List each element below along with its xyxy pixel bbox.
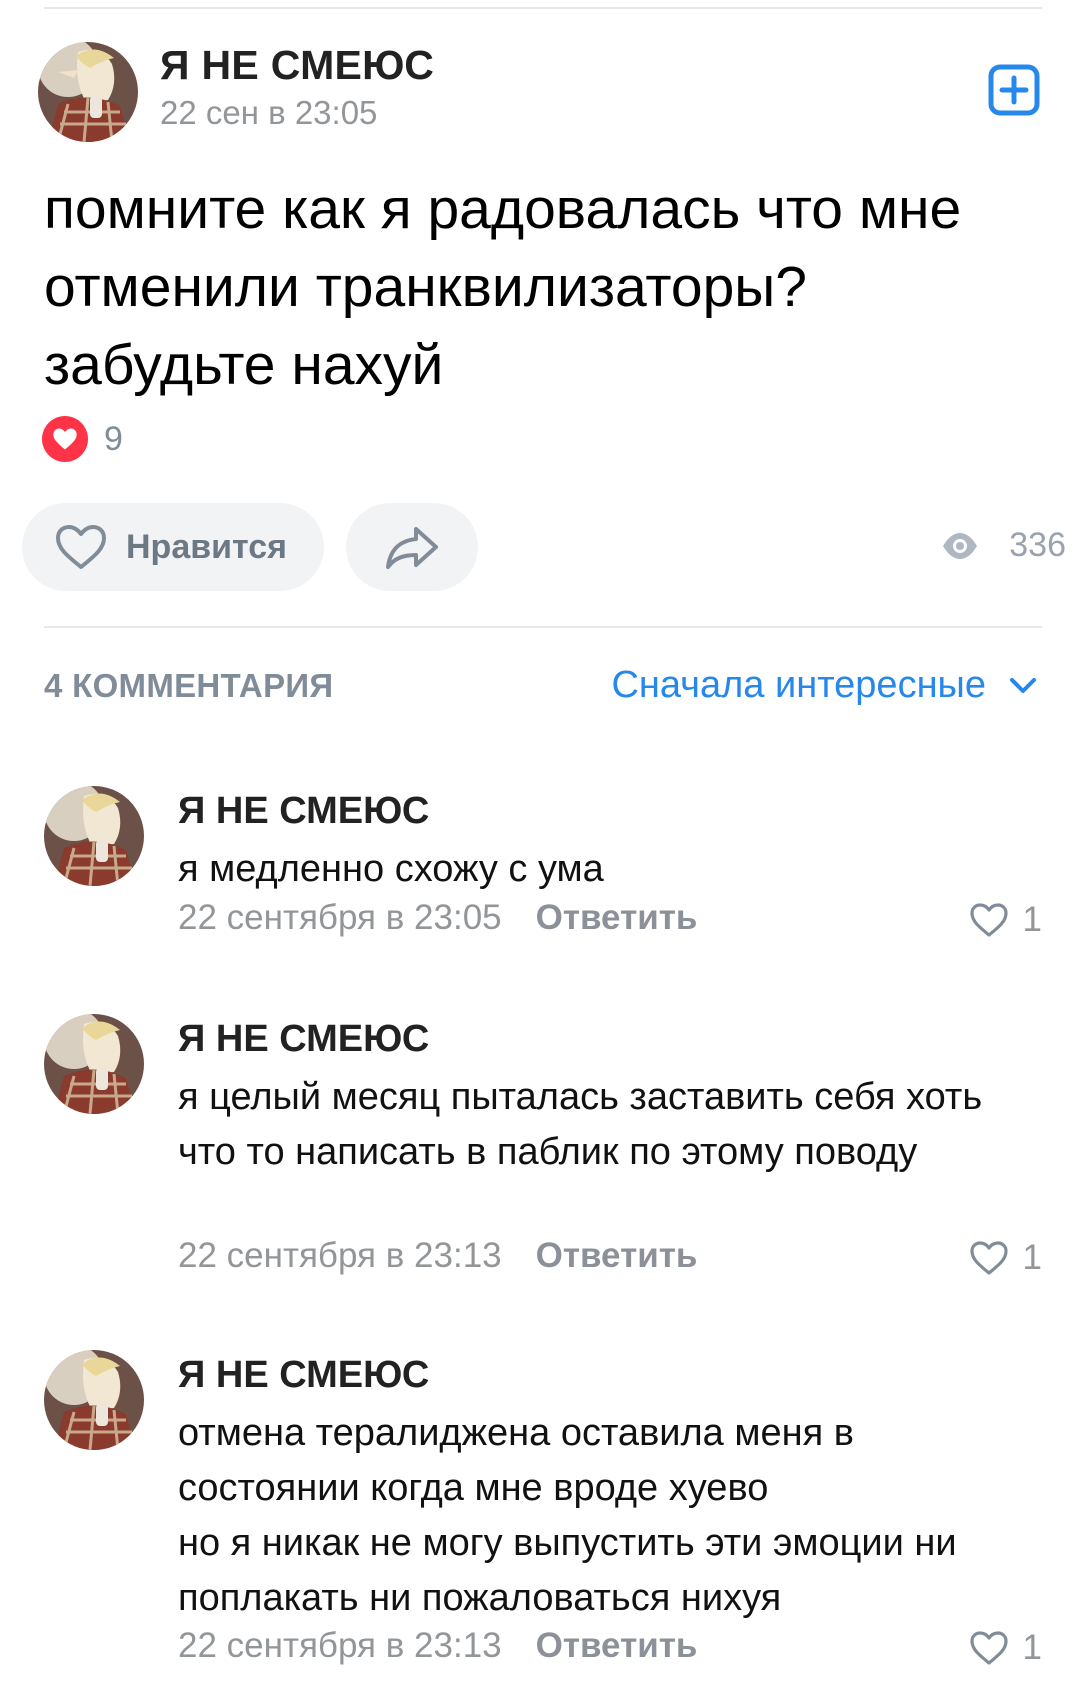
views-count: 336 [1009, 526, 1066, 564]
plus-square-icon [988, 64, 1040, 116]
top-divider [44, 7, 1042, 9]
comment-author[interactable]: Я НЕ СМЕЮС [178, 1354, 429, 1397]
comment-meta: 22 сентября в 23:13 Ответить [178, 1626, 697, 1666]
heart-outline-icon [969, 1241, 1008, 1275]
heart-reaction-icon [42, 416, 88, 462]
comment-like-button[interactable]: 1 [969, 1238, 1042, 1278]
comment-like-button[interactable]: 1 [969, 900, 1042, 940]
comment-text: отмена тералиджена оставила меня в состо… [178, 1412, 957, 1619]
add-button[interactable] [988, 64, 1040, 116]
chevron-down-icon [1010, 677, 1036, 693]
reply-button[interactable]: Ответить [536, 1626, 698, 1666]
comment-avatar[interactable] [44, 786, 144, 886]
like-button-label: Нравится [126, 527, 287, 566]
comment-date: 22 сентября в 23:05 [178, 898, 502, 937]
eye-icon [943, 532, 978, 559]
comment-text: я медленно схожу с ума [178, 848, 604, 890]
comment-like-count: 1 [1022, 1238, 1042, 1277]
post-author-avatar[interactable] [38, 42, 138, 142]
heart-outline-icon [969, 1631, 1008, 1665]
post-author-name[interactable]: Я НЕ СМЕЮС [160, 42, 434, 89]
comment-meta: 22 сентября в 23:13 Ответить [178, 1236, 697, 1276]
comment-author[interactable]: Я НЕ СМЕЮС [178, 790, 429, 833]
comments-count: 4 КОММЕНТАРИЯ [44, 667, 334, 704]
comment-date: 22 сентября в 23:13 [178, 1236, 502, 1275]
post-text: помните как я радовалась что мне отменил… [44, 177, 962, 397]
sort-label: Сначала интересные [611, 664, 986, 706]
comment-author[interactable]: Я НЕ СМЕЮС [178, 1018, 429, 1061]
share-icon [386, 527, 438, 569]
heart-outline-icon [969, 903, 1008, 937]
comment-like-button[interactable]: 1 [969, 1628, 1042, 1668]
like-button[interactable]: Нравится [22, 503, 324, 591]
comment-text: я целый месяц пыталась заставить себя хо… [178, 1076, 983, 1173]
reactions-summary[interactable]: 9 [42, 416, 123, 462]
reply-button[interactable]: Ответить [536, 1236, 698, 1276]
comment-avatar[interactable] [44, 1014, 144, 1114]
comment-avatar[interactable] [44, 1350, 144, 1450]
post-date: 22 сен в 23:05 [160, 94, 378, 131]
comment-like-count: 1 [1022, 1628, 1042, 1667]
reactions-count: 9 [104, 419, 123, 458]
comment-date: 22 сентября в 23:13 [178, 1626, 502, 1665]
views-counter: 336 [941, 526, 1066, 565]
comment-meta: 22 сентября в 23:05 Ответить [178, 898, 697, 938]
comment-like-count: 1 [1022, 900, 1042, 939]
share-button[interactable] [346, 503, 478, 591]
section-divider [44, 626, 1042, 628]
heart-outline-icon [56, 525, 106, 569]
sort-dropdown[interactable]: Сначала интересные [611, 664, 1038, 707]
reply-button[interactable]: Ответить [536, 898, 698, 938]
